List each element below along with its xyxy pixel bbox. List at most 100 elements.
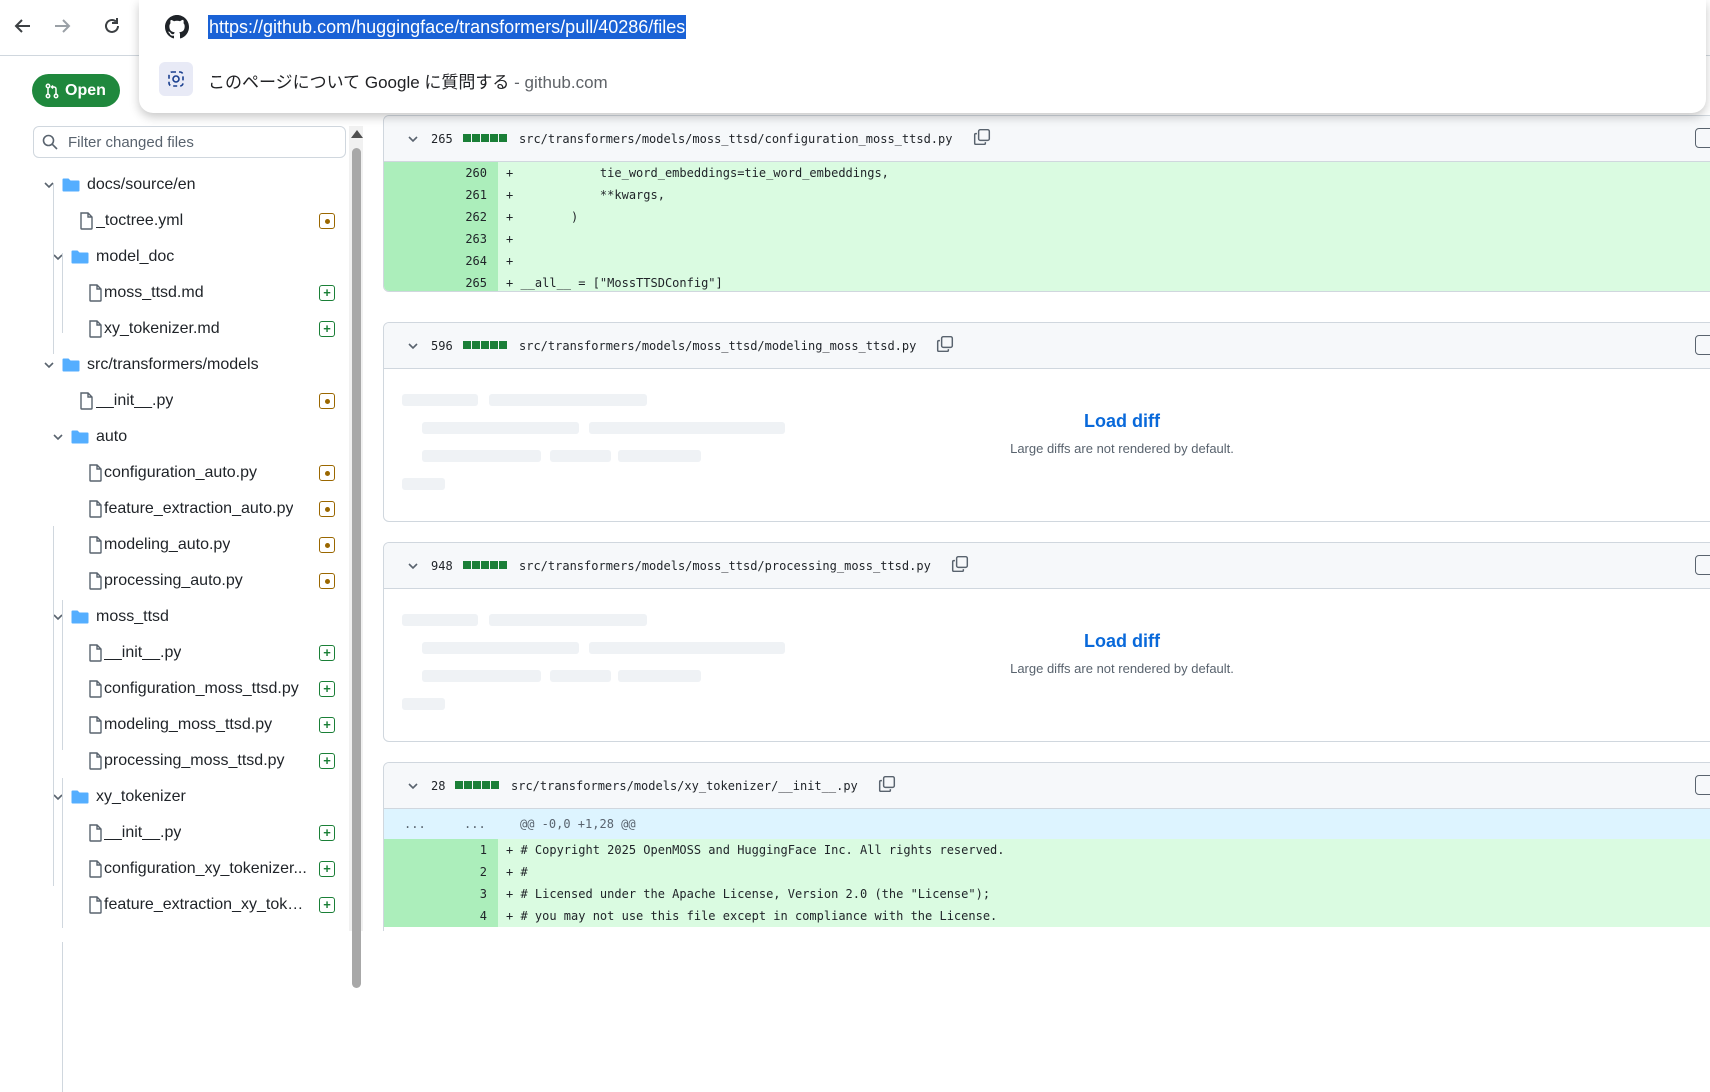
back-button[interactable] <box>7 10 39 42</box>
load-diff-panel: Load diff Large diffs are not rendered b… <box>972 411 1272 456</box>
diff-hunk-header[interactable]: ...... @@ -0,0 +1,28 @@ <box>384 809 1710 839</box>
diff-file-header: 265 src/transformers/models/moss_ttsd/co… <box>384 116 1710 162</box>
tree-file-feature-extraction-auto-py[interactable]: feature_extraction_auto.py <box>0 492 350 526</box>
viewed-checkbox[interactable] <box>1695 128 1710 148</box>
diff-file-path[interactable]: src/transformers/models/xy_tokenizer/__i… <box>511 779 858 793</box>
folder-icon <box>61 175 81 195</box>
tree-file-label: configuration_moss_ttsd.py <box>104 680 299 697</box>
tree-folder-label: auto <box>96 428 128 445</box>
skeleton-line <box>618 670 701 682</box>
chevron-down-icon[interactable] <box>405 558 421 574</box>
diff-line-count: 28 <box>431 779 446 793</box>
skeleton-line <box>489 394 647 406</box>
reload-button[interactable] <box>96 10 128 42</box>
folder-icon <box>70 427 90 447</box>
tree-file-init-py[interactable]: __init__.py <box>0 384 350 418</box>
google-lens-icon <box>159 62 193 96</box>
copy-icon[interactable] <box>951 555 969 573</box>
file-icon <box>76 391 96 411</box>
copy-icon[interactable] <box>973 128 991 146</box>
file-icon <box>85 643 105 663</box>
scroll-up-arrow-icon[interactable] <box>351 130 363 138</box>
load-diff-button[interactable]: Load diff <box>972 631 1272 652</box>
file-added-icon: + <box>319 897 335 913</box>
tree-file-label: __init__.py <box>104 644 182 661</box>
chevron-down-icon[interactable] <box>405 778 421 794</box>
diffstat-bars <box>463 561 507 569</box>
diff-file-path[interactable]: src/transformers/models/moss_ttsd/modeli… <box>519 339 916 353</box>
file-added-icon: + <box>319 645 335 661</box>
chevron-down-icon[interactable] <box>50 429 66 445</box>
diff-file-configuration-moss-ttsd: 265 src/transformers/models/moss_ttsd/co… <box>383 115 1710 292</box>
suggestion-text: このページについて Google に質問する <box>208 73 510 92</box>
diff-line: 4 + # you may not use this file except in… <box>384 905 1710 927</box>
diff-view: 265 src/transformers/models/moss_ttsd/co… <box>383 113 1710 931</box>
skeleton-line <box>550 450 611 462</box>
suggestion-separator: - <box>509 73 525 92</box>
diff-line: 262 + ) <box>384 206 1710 228</box>
tree-file-label: __init__.py <box>104 824 182 841</box>
diff-file-header: 596 src/transformers/models/moss_ttsd/mo… <box>384 323 1710 369</box>
copy-icon[interactable] <box>878 775 896 793</box>
diff-line: 264 + <box>384 250 1710 272</box>
tree-folder-auto[interactable]: auto <box>0 420 350 454</box>
tree-indent-guide <box>53 526 54 886</box>
viewed-checkbox[interactable] <box>1695 555 1710 575</box>
file-added-icon: + <box>319 717 335 733</box>
skeleton-line <box>422 670 541 682</box>
tree-file-label: _toctree.yml <box>96 212 184 229</box>
suggestion-domain: github.com <box>524 73 608 92</box>
omnibox-url-row[interactable]: https://github.com/huggingface/transform… <box>139 0 1706 54</box>
skeleton-line <box>402 614 478 626</box>
diff-line-count: 265 <box>431 132 453 146</box>
diff-line-count: 948 <box>431 559 453 573</box>
chevron-down-icon[interactable] <box>41 177 57 193</box>
omnibox-url-text[interactable]: https://github.com/huggingface/transform… <box>208 15 687 39</box>
skeleton-line <box>422 450 541 462</box>
chevron-down-icon[interactable] <box>405 131 421 147</box>
viewed-checkbox[interactable] <box>1695 775 1710 795</box>
sidebar-scroll-thumb[interactable] <box>352 148 361 988</box>
chevron-down-icon[interactable] <box>41 357 57 373</box>
load-diff-note: Large diffs are not rendered by default. <box>1010 661 1234 676</box>
skeleton-line <box>589 642 785 654</box>
tree-file-feature-extraction-xy-toke[interactable]: feature_extraction_xy_toke... + <box>0 888 350 922</box>
folder-icon <box>70 607 90 627</box>
tree-folder-label: src/transformers/models <box>87 356 259 373</box>
file-icon <box>85 895 105 915</box>
diff-file-path[interactable]: src/transformers/models/moss_ttsd/proces… <box>519 559 931 573</box>
diff-file-path[interactable]: src/transformers/models/moss_ttsd/config… <box>519 132 952 146</box>
skeleton-line <box>618 450 701 462</box>
tree-file-configuration-auto-py[interactable]: configuration_auto.py <box>0 456 350 490</box>
diffstat-bars <box>455 781 499 789</box>
viewed-checkbox[interactable] <box>1695 335 1710 355</box>
copy-icon[interactable] <box>936 335 954 353</box>
file-modified-icon <box>319 393 335 409</box>
file-icon <box>85 499 105 519</box>
diff-line: 261 + **kwargs, <box>384 184 1710 206</box>
github-icon <box>165 15 189 39</box>
tree-file-label: modeling_moss_ttsd.py <box>104 716 273 733</box>
load-diff-button[interactable]: Load diff <box>972 411 1272 432</box>
load-diff-note: Large diffs are not rendered by default. <box>1010 441 1234 456</box>
skeleton-line <box>422 422 579 434</box>
tree-indent-guide <box>62 253 63 333</box>
filter-files-box[interactable] <box>33 126 346 158</box>
search-icon <box>42 134 58 150</box>
forward-button[interactable] <box>46 10 78 42</box>
tree-file-label: configuration_auto.py <box>104 464 257 481</box>
chevron-down-icon[interactable] <box>405 338 421 354</box>
diff-line: 260 + tie_word_embeddings=tie_word_embedd… <box>384 162 1710 184</box>
tree-folder-label: model_doc <box>96 248 175 265</box>
tree-file-label: __init__.py <box>96 392 174 409</box>
diff-file-header: 28 src/transformers/models/xy_tokenizer/… <box>384 763 1710 809</box>
diff-line: 3 + # Licensed under the Apache License, … <box>384 883 1710 905</box>
pr-state-label: Open <box>65 81 106 99</box>
filter-files-input[interactable] <box>68 127 338 157</box>
arrow-left-icon <box>14 19 30 33</box>
diff-file-xy-tokenizer-init: 28 src/transformers/models/xy_tokenizer/… <box>383 762 1710 931</box>
tree-indent-guide <box>62 942 63 1092</box>
skeleton-line <box>402 478 445 490</box>
omnibox-suggestion[interactable]: このページについて Google に質問する - github.com <box>139 56 1706 104</box>
file-icon <box>85 751 105 771</box>
